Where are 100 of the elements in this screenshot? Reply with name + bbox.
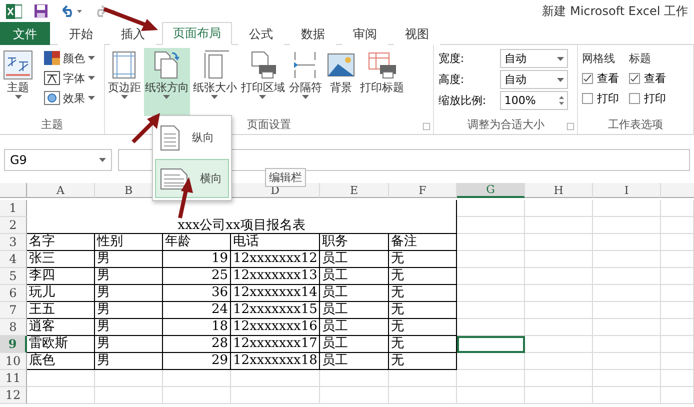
grid-cell: [593, 268, 661, 285]
table-cell: 36: [163, 285, 231, 302]
grid-cell: [661, 268, 694, 285]
table-cell: 张三: [27, 251, 95, 268]
grid-cell: [389, 387, 457, 404]
table-cell: 19: [163, 251, 231, 268]
undo-icon[interactable]: [60, 5, 82, 17]
row-header[interactable]: 5: [0, 268, 27, 285]
grid-cell: [525, 268, 593, 285]
table-cell: 男: [95, 319, 163, 336]
row-header[interactable]: 11: [0, 370, 27, 387]
dialog-launcher-icon[interactable]: [423, 123, 430, 130]
table-cell: 员工: [320, 319, 389, 336]
checkbox-label: 查看: [644, 70, 666, 86]
checkbox[interactable]: [629, 72, 640, 84]
dialog-launcher-icon[interactable]: [567, 123, 574, 130]
column-header[interactable]: H: [525, 183, 593, 198]
column-heading-cell: 电话: [231, 234, 320, 251]
table-cell: 12xxxxxxx14: [231, 285, 320, 302]
caret-icon: [557, 78, 564, 82]
name-box[interactable]: G9: [4, 149, 112, 171]
grid-cell: [457, 200, 525, 217]
window-title: 新建 Microsoft Excel 工作: [542, 2, 688, 20]
themes-button[interactable]: 主题: [2, 48, 34, 116]
row-header[interactable]: 2: [0, 217, 27, 234]
selected-cell: [457, 336, 525, 353]
row-header[interactable]: 9: [0, 336, 27, 353]
grid-cell: [457, 285, 525, 302]
table-cell: 王五: [27, 302, 95, 319]
column-header[interactable]: I: [593, 183, 661, 198]
menu-item[interactable]: 横向: [155, 159, 229, 198]
theme-option[interactable]: 效果: [44, 88, 95, 108]
grid-cell: [525, 336, 593, 353]
grid-cell: [661, 319, 694, 336]
theme-option[interactable]: 字体: [44, 68, 95, 88]
row-header[interactable]: 6: [0, 285, 27, 302]
grid-cell: [457, 302, 525, 319]
ribbon-button[interactable]: 打印标题: [358, 48, 405, 116]
table-cell: 无: [389, 336, 457, 353]
table-cell: 逍客: [27, 319, 95, 336]
column-header[interactable]: [661, 183, 694, 198]
ribbon-button[interactable]: 页边距: [106, 48, 142, 116]
grid-cell: [593, 285, 661, 302]
save-icon[interactable]: [34, 4, 48, 18]
group-label: 工作表选项: [608, 117, 664, 133]
ribbon-button[interactable]: 纸张方向: [144, 48, 190, 116]
grid-cell: [525, 285, 593, 302]
row-header[interactable]: 12: [0, 387, 27, 404]
grid-cell: [593, 336, 661, 353]
portrait-page-icon: [160, 124, 180, 150]
table-cell: 无: [389, 302, 457, 319]
caret-icon: [211, 95, 218, 99]
excel-logo-icon[interactable]: [6, 4, 22, 18]
checkbox[interactable]: [582, 72, 594, 84]
caret-icon: [302, 95, 309, 99]
caret-icon: [557, 56, 564, 60]
ribbon-button[interactable]: 纸张大小: [192, 48, 238, 116]
select-field[interactable]: 自动: [500, 70, 568, 89]
column-header[interactable]: A: [27, 183, 95, 198]
ribbon-tab[interactable]: 页面布局: [162, 22, 232, 45]
arrow: [178, 177, 193, 218]
column-header[interactable]: F: [389, 183, 457, 198]
table-cell: 底色: [27, 353, 95, 370]
group-label: 页面设置: [247, 117, 292, 133]
theme-option[interactable]: 颜色: [44, 48, 95, 68]
grid-cell: [525, 251, 593, 268]
caret-icon: [163, 95, 170, 99]
table-cell: 29: [163, 353, 231, 370]
row-header[interactable]: 4: [0, 251, 27, 268]
row-header[interactable]: 7: [0, 302, 27, 319]
grid-cell: [95, 370, 163, 387]
checkbox[interactable]: [582, 92, 594, 104]
row-header[interactable]: 1: [0, 200, 27, 217]
column-header[interactable]: G: [457, 183, 525, 198]
grid-cell: [389, 370, 457, 387]
grid-cell: [593, 353, 661, 370]
spin-field[interactable]: 100%: [500, 91, 568, 110]
row-header[interactable]: 10: [0, 353, 27, 370]
grid-cell: [593, 217, 661, 234]
checkbox[interactable]: [629, 92, 640, 104]
table-cell: 男: [95, 353, 163, 370]
file-tab[interactable]: 文件: [0, 22, 50, 45]
table-cell: 员工: [320, 251, 389, 268]
row-header[interactable]: 3: [0, 234, 27, 251]
checkbox-label: 打印: [597, 90, 620, 106]
table-cell: 男: [95, 302, 163, 319]
ribbon-button[interactable]: 分隔符: [288, 48, 323, 116]
ribbon-button[interactable]: 打印区域: [240, 48, 286, 116]
column-header[interactable]: E: [320, 183, 389, 198]
grid-cell: [661, 234, 694, 251]
grid-cell: [525, 370, 593, 387]
row-header[interactable]: 8: [0, 319, 27, 336]
grid-cell: [457, 268, 525, 285]
landscape-page-icon: [160, 168, 188, 190]
ribbon-button[interactable]: 背景: [324, 48, 357, 116]
select-all-corner[interactable]: [0, 183, 27, 198]
grid-cell: [457, 387, 525, 404]
select-field[interactable]: 自动: [500, 49, 568, 68]
grid-cell: [525, 200, 593, 217]
table-cell: 12xxxxxxx13: [231, 268, 320, 285]
